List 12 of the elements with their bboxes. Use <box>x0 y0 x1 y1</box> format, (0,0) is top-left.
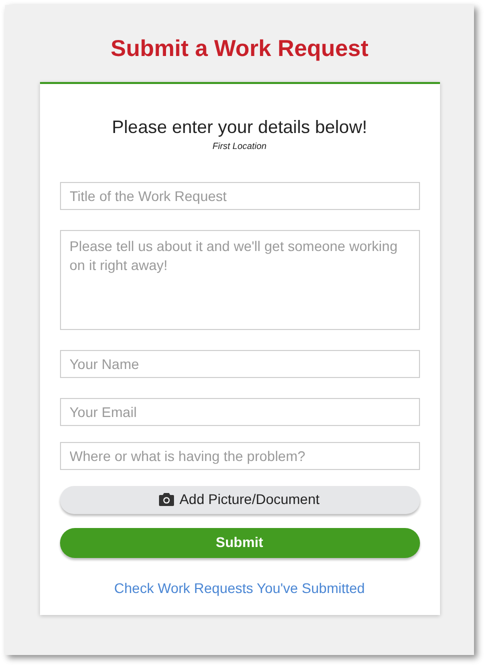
submit-button[interactable]: Submit <box>60 528 420 558</box>
input-field[interactable]: Title of the Work Request <box>60 182 420 210</box>
description-field[interactable]: Please tell us about it and we'll get someone working on it right away! <box>60 230 420 330</box>
location-label: First Location <box>212 140 267 153</box>
camera-icon <box>159 493 174 506</box>
form-heading: Please enter your details below! <box>112 116 368 138</box>
page-title: Submit a Work Request <box>110 34 368 63</box>
input-field[interactable]: Your Email <box>60 398 420 426</box>
submitted-requests-link[interactable]: Check Work Requests You've Submitted <box>114 578 365 598</box>
input-field[interactable]: Your Name <box>60 350 420 378</box>
input-field[interactable]: Where or what is having the problem? <box>60 442 420 470</box>
add-picture-button[interactable]: Add Picture/Document <box>60 486 420 514</box>
